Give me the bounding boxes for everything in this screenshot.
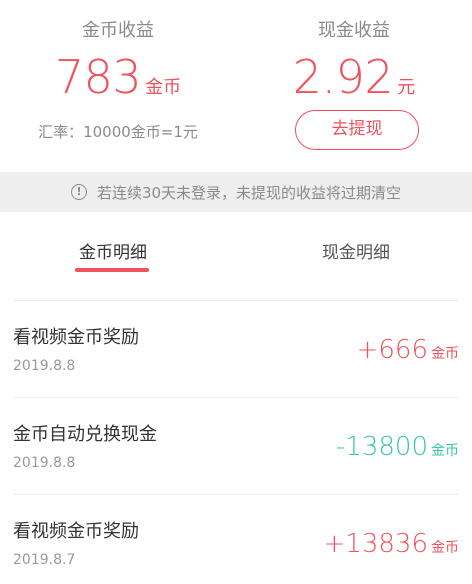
cash-amount: 2.92 bbox=[292, 50, 394, 104]
cash-unit: 元 bbox=[397, 77, 416, 98]
list-item[interactable]: 金币自动兑换现金 2019.8.8 -13800 金币 bbox=[13, 397, 459, 494]
expiry-notice: ! 若连续30天未登录，未提现的收益将过期清空 bbox=[0, 172, 472, 212]
exchange-rate: 汇率：10000金币=1元 bbox=[38, 123, 198, 141]
earnings-summary: 金币收益 783 金币 汇率：10000金币=1元 现金收益 2.92 元 去提… bbox=[0, 0, 472, 170]
record-value: -13800 bbox=[335, 432, 428, 462]
active-tab-indicator bbox=[75, 268, 149, 272]
record-date: 2019.8.8 bbox=[13, 455, 76, 471]
record-date: 2019.8.8 bbox=[13, 358, 76, 374]
coin-earnings-panel: 金币收益 783 金币 汇率：10000金币=1元 bbox=[0, 0, 236, 170]
cash-earnings-title: 现金收益 bbox=[318, 20, 390, 41]
record-list: 看视频金币奖励 2019.8.8 +666 金币 金币自动兑换现金 2019.8… bbox=[0, 300, 472, 584]
record-amount: +666 金币 bbox=[357, 335, 459, 365]
cash-earnings-panel: 现金收益 2.92 元 去提现 bbox=[236, 0, 472, 170]
info-icon: ! bbox=[70, 184, 87, 200]
record-value: +13836 bbox=[323, 529, 429, 559]
tab-coin-details[interactable]: 金币明细 bbox=[79, 238, 147, 263]
record-amount: -13800 金币 bbox=[336, 432, 459, 462]
withdraw-button[interactable]: 去提现 bbox=[295, 110, 419, 150]
tab-cash-details[interactable]: 现金明细 bbox=[322, 238, 390, 263]
record-amount: +13836 金币 bbox=[324, 529, 460, 559]
record-unit: 金币 bbox=[431, 443, 459, 459]
record-unit: 金币 bbox=[431, 346, 459, 362]
detail-tabs: 金币明细 现金明细 bbox=[0, 212, 472, 282]
coin-earnings-title: 金币收益 bbox=[82, 20, 154, 41]
list-item[interactable]: 看视频金币奖励 2019.8.8 +666 金币 bbox=[13, 300, 459, 397]
record-title: 看视频金币奖励 bbox=[13, 521, 139, 542]
coin-unit: 金币 bbox=[145, 77, 182, 98]
record-value: +666 bbox=[356, 335, 428, 365]
record-date: 2019.8.7 bbox=[13, 552, 76, 568]
record-title: 看视频金币奖励 bbox=[13, 327, 139, 348]
coin-amount: 783 bbox=[54, 50, 142, 104]
record-unit: 金币 bbox=[431, 540, 459, 556]
cash-amount-row: 2.92 元 bbox=[236, 52, 472, 102]
record-title: 金币自动兑换现金 bbox=[13, 424, 157, 445]
coin-amount-row: 783 金币 bbox=[0, 52, 236, 102]
notice-text: 若连续30天未登录，未提现的收益将过期清空 bbox=[96, 183, 402, 202]
list-item[interactable]: 看视频金币奖励 2019.8.7 +13836 金币 bbox=[13, 494, 459, 584]
